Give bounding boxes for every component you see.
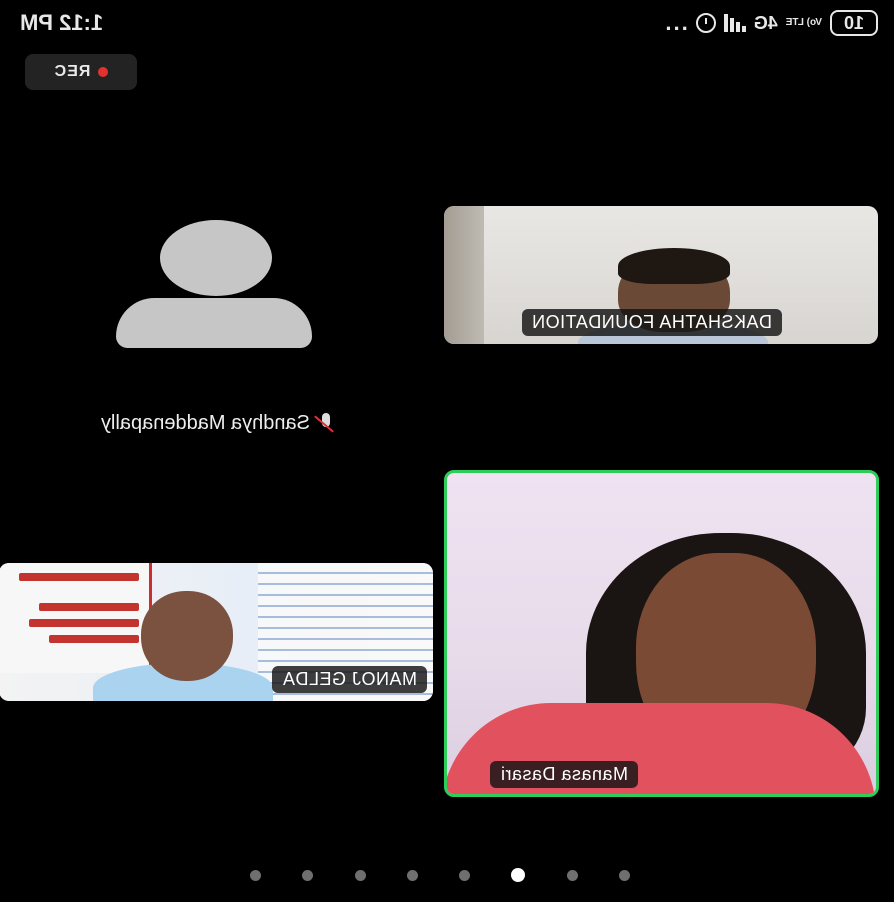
rec-label: REC <box>53 63 91 80</box>
participant-name: Manasa Dasari <box>490 761 638 788</box>
participant-name: Sandhya Maddenapally <box>100 412 310 434</box>
page-dot-3[interactable] <box>354 869 366 881</box>
page-indicator[interactable] <box>250 865 630 885</box>
page-dot-2[interactable] <box>302 869 314 881</box>
video-tile-manoj[interactable]: MANOJ GELDA <box>0 563 433 701</box>
record-dot-icon <box>98 67 109 77</box>
more-icon: ... <box>663 10 688 35</box>
avatar-head <box>160 220 272 296</box>
status-icons: 10 Vo) LTE 4G ... <box>663 10 878 36</box>
avatar[interactable] <box>116 210 316 348</box>
clock: 1:12 PM <box>20 10 104 35</box>
network-type: 4G <box>753 12 778 33</box>
volte-indicator: Vo) LTE <box>785 17 822 28</box>
video-tile-manasa[interactable]: Manasa Dasari <box>444 470 879 797</box>
battery-icon: 10 <box>830 10 878 36</box>
background-poster <box>0 563 152 673</box>
page-dot-7[interactable] <box>566 869 578 881</box>
recording-indicator[interactable]: REC <box>25 54 137 90</box>
participant-name: MANOJ GELDA <box>272 666 427 693</box>
page-dot-6[interactable] <box>511 868 526 882</box>
video-tile-dakshatha[interactable]: DAKSHATHA FOUNDATION <box>444 206 878 344</box>
page-dot-4[interactable] <box>406 869 418 881</box>
page-dot-1[interactable] <box>250 869 262 881</box>
page-dot-8[interactable] <box>619 869 630 881</box>
avatar-body <box>116 298 312 348</box>
signal-icon <box>723 14 746 32</box>
mic-off-icon <box>314 412 334 435</box>
participant-name: DAKSHATHA FOUNDATION <box>521 309 782 336</box>
page-dot-5[interactable] <box>459 869 471 881</box>
status-bar: 10 Vo) LTE 4G ... 1:12 PM <box>0 0 894 52</box>
clock-area: 1:12 PM <box>20 10 103 36</box>
alarm-icon <box>695 13 716 33</box>
mirrored-screen: 10 Vo) LTE 4G ... 1:12 PM REC Sandhya Ma… <box>0 0 894 902</box>
participant-name-sandhya: Sandhya Maddenapally <box>101 412 334 435</box>
